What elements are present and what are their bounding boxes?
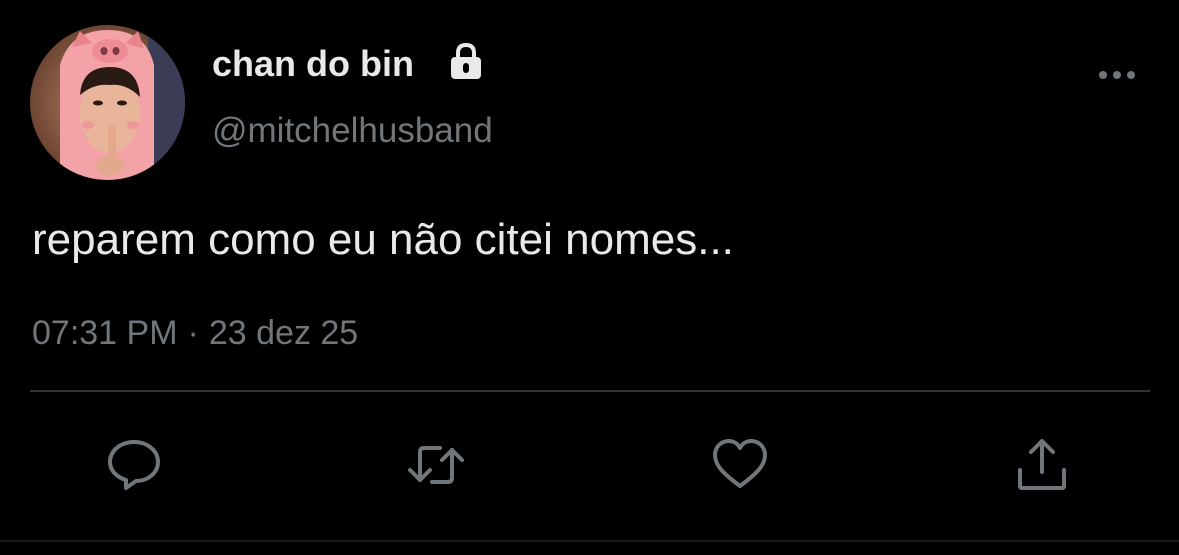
tweet-time: 07:31 PM	[32, 314, 178, 352]
reply-button[interactable]	[104, 436, 164, 494]
retweet-icon	[408, 446, 464, 484]
reply-icon	[108, 440, 160, 490]
share-button[interactable]	[1012, 436, 1072, 494]
divider	[30, 390, 1150, 392]
retweet-button[interactable]	[406, 436, 466, 494]
tweet-card: chan do bin @mitchelhusband reparem como…	[0, 0, 1179, 555]
tweet-date: 23 dez 25	[208, 314, 359, 352]
display-name[interactable]: chan do bin	[212, 42, 414, 86]
avatar-image	[30, 25, 185, 180]
share-icon	[1018, 439, 1066, 490]
bottom-divider	[0, 540, 1179, 542]
heart-icon	[713, 439, 767, 488]
meta-separator: ·	[187, 314, 199, 352]
like-button[interactable]	[710, 436, 770, 494]
avatar[interactable]	[30, 25, 185, 180]
user-handle[interactable]: @mitchelhusband	[212, 110, 493, 152]
tweet-text: reparem como eu não citei nomes...	[32, 215, 734, 264]
more-options-icon[interactable]	[1094, 60, 1140, 90]
lock-icon	[446, 42, 486, 82]
tweet-timestamp[interactable]: 07:31 PM · 23 dez 25	[32, 312, 358, 354]
